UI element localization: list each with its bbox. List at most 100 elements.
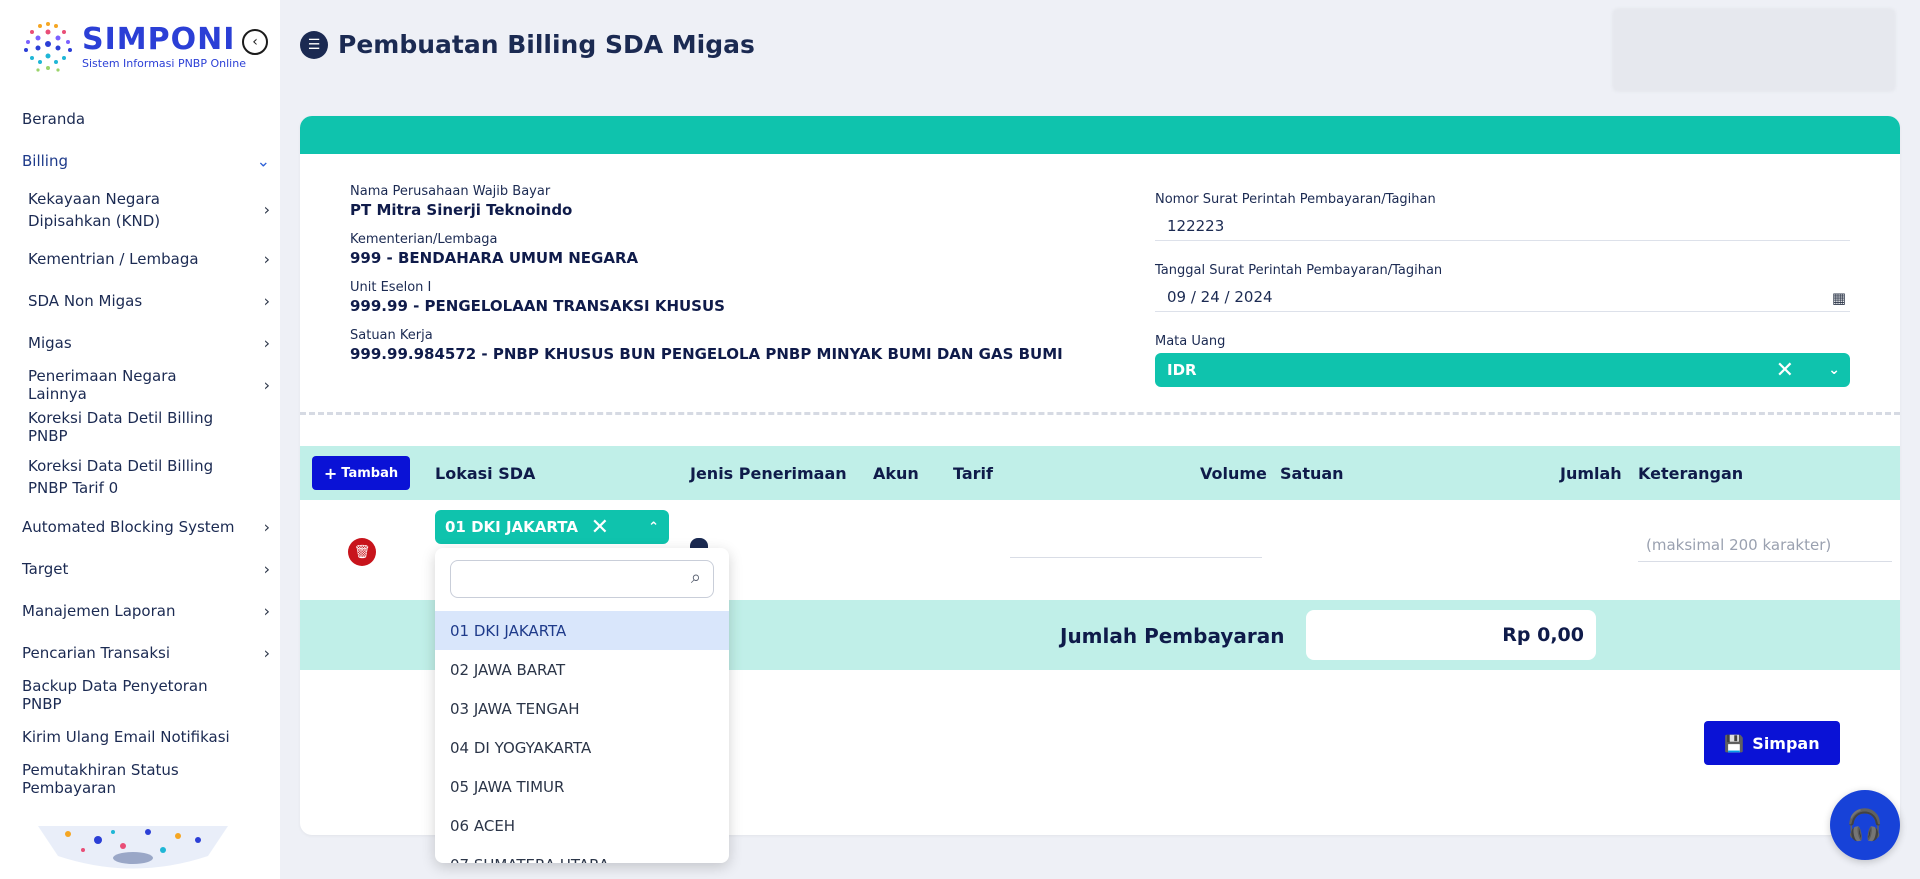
clear-icon[interactable]: ✕ xyxy=(1776,358,1794,383)
keterangan-input[interactable] xyxy=(1638,528,1892,562)
dropdown-options: 01 DKI JAKARTA 02 JAWA BARAT 03 JAWA TEN… xyxy=(435,611,729,863)
plus-icon: + xyxy=(323,463,338,483)
dropdown-option[interactable]: 07 SUMATERA UTARA xyxy=(435,845,729,864)
clear-icon[interactable]: ✕ xyxy=(591,515,609,540)
sidebar-item-billing[interactable]: Billing ⌄ xyxy=(0,140,280,182)
sidebar-item-laporan[interactable]: Manajemen Laporan › xyxy=(0,590,280,632)
nomor-surat-field[interactable]: 122223 xyxy=(1155,211,1850,241)
lokasi-sda-value: 01 DKI JAKARTA xyxy=(445,518,578,536)
col-satuan: Satuan xyxy=(1280,464,1344,483)
col-volume: Volume xyxy=(1200,464,1267,483)
sidebar-item-label: Kirim Ulang Email Notifikasi xyxy=(22,728,230,746)
page-header: ☰ Pembuatan Billing SDA Migas xyxy=(300,30,755,59)
sidebar: SIMPONI Sistem Informasi PNBP Online ‹ B… xyxy=(0,0,280,879)
sidebar-item-label: Migas xyxy=(28,334,72,352)
nomor-surat-label: Nomor Surat Perintah Pembayaran/Tagihan xyxy=(1155,192,1436,207)
table-header: + Tambah Lokasi SDA Jenis Penerimaan Akun… xyxy=(300,446,1900,500)
calendar-icon[interactable]: ▦ xyxy=(1832,289,1846,307)
trash-icon[interactable]: 🗑 xyxy=(348,538,376,566)
save-button[interactable]: 💾 Simpan xyxy=(1704,721,1840,765)
jenis-penerimaan-select[interactable] xyxy=(690,538,708,548)
col-akun: Akun xyxy=(873,464,919,483)
sidebar-item-label: Kementrian / Lembaga xyxy=(28,250,199,268)
search-icon: ⌕ xyxy=(690,567,701,588)
eselon-label: Unit Eselon I xyxy=(350,280,432,295)
col-lokasi-sda: Lokasi SDA xyxy=(435,464,536,483)
sidebar-item-label: Pencarian Transaksi xyxy=(22,644,170,662)
col-tarif: Tarif xyxy=(953,464,993,483)
sidebar-item-label: SDA Non Migas xyxy=(28,292,143,310)
sidebar-nav: Beranda Billing ⌄ Kekayaan Negara Dipisah… xyxy=(0,98,280,800)
list-icon: ☰ xyxy=(300,30,328,59)
sidebar-item-label: Target xyxy=(22,560,69,578)
simponi-logo-icon xyxy=(20,18,76,76)
sidebar-item-knd[interactable]: Kekayaan Negara Dipisahkan (KND) › xyxy=(0,182,280,238)
sidebar-item-pemutakhiran[interactable]: Pemutakhiran Status Pembayaran xyxy=(0,758,280,800)
dropdown-option[interactable]: 03 JAWA TENGAH xyxy=(435,689,729,728)
sidebar-item-koreksi-tarif0[interactable]: Koreksi Data Detil Billing PNBP Tarif 0 xyxy=(0,448,280,506)
sidebar-item-label: Automated Blocking System xyxy=(22,518,235,536)
page-title: Pembuatan Billing SDA Migas xyxy=(338,30,755,59)
chevron-down-icon[interactable]: ⌄ xyxy=(1828,362,1840,378)
col-jumlah: Jumlah xyxy=(1560,464,1622,483)
brand-subtitle: Sistem Informasi PNBP Online xyxy=(82,56,246,70)
billing-form: Nomor Surat Perintah Pembayaran/Tagihan … xyxy=(1155,192,1850,409)
satker-label: Satuan Kerja xyxy=(350,328,433,343)
tanggal-surat-field[interactable]: 09 / 24 / 2024 ▦ xyxy=(1155,282,1850,312)
sidebar-item-kirim-email[interactable]: Kirim Ulang Email Notifikasi xyxy=(0,716,280,758)
save-icon: 💾 xyxy=(1724,733,1745,753)
add-row-label: Tambah xyxy=(341,465,399,481)
sidebar-item-abs[interactable]: Automated Blocking System › xyxy=(0,506,280,548)
volume-input[interactable] xyxy=(1010,557,1262,558)
sidebar-illustration xyxy=(38,826,228,876)
chevron-up-icon[interactable]: ⌃ xyxy=(648,520,659,535)
lokasi-sda-select[interactable]: 01 DKI JAKARTA ✕ ⌃ xyxy=(435,510,669,544)
sidebar-item-label: Kekayaan Negara Dipisahkan (KND) xyxy=(28,190,161,230)
user-profile-area[interactable] xyxy=(1612,8,1896,92)
add-row-button[interactable]: + Tambah xyxy=(312,456,410,490)
dropdown-option[interactable]: 04 DI YOGYAKARTA xyxy=(435,728,729,767)
chevron-down-icon: ⌄ xyxy=(256,151,270,171)
company-info: Nama Perusahaan Wajib Bayar PT Mitra Sin… xyxy=(350,184,1063,376)
sidebar-item-pencarian[interactable]: Pencarian Transaksi › xyxy=(0,632,280,674)
card-header-bar xyxy=(300,116,1900,154)
mata-uang-select[interactable]: IDR ✕ ⌄ xyxy=(1155,353,1850,387)
collapse-sidebar-icon[interactable]: ‹ xyxy=(242,29,268,55)
sidebar-item-label: Manajemen Laporan xyxy=(22,602,176,620)
sidebar-item-label: Beranda xyxy=(22,110,86,128)
sidebar-item-penerimaan-lainnya[interactable]: Penerimaan Negara Lainnya › xyxy=(0,364,280,406)
perusahaan-label: Nama Perusahaan Wajib Bayar xyxy=(350,184,551,199)
sidebar-item-kementrian[interactable]: Kementrian / Lembaga › xyxy=(0,238,280,280)
dropdown-option[interactable]: 06 ACEH xyxy=(435,806,729,845)
col-keterangan: Keterangan xyxy=(1638,464,1744,483)
dropdown-option[interactable]: 01 DKI JAKARTA xyxy=(435,611,729,650)
jumlah-pembayaran-value: Rp 0,00 xyxy=(1306,610,1596,660)
mata-uang-value: IDR xyxy=(1167,361,1197,379)
chevron-right-icon: › xyxy=(263,643,270,663)
chevron-right-icon: › xyxy=(263,200,270,219)
sidebar-item-label: Pemutakhiran Status Pembayaran xyxy=(22,761,179,797)
perusahaan-value: PT Mitra Sinerji Teknoindo xyxy=(350,201,573,219)
dropdown-search-input[interactable] xyxy=(450,560,714,598)
section-divider xyxy=(300,412,1900,415)
logo[interactable]: SIMPONI Sistem Informasi PNBP Online xyxy=(20,18,246,76)
dropdown-option[interactable]: 02 JAWA BARAT xyxy=(435,650,729,689)
satker-value: 999.99.984572 - PNBP KHUSUS BUN PENGELOL… xyxy=(350,345,1063,363)
save-label: Simpan xyxy=(1752,733,1820,753)
sidebar-item-beranda[interactable]: Beranda xyxy=(0,98,280,140)
tanggal-value: 09 / 24 / 2024 xyxy=(1167,287,1273,306)
sidebar-item-label: Penerimaan Negara Lainnya xyxy=(28,367,177,403)
sidebar-item-label: Billing xyxy=(22,152,68,170)
kementerian-value: 999 - BENDAHARA UMUM NEGARA xyxy=(350,249,639,267)
headset-icon[interactable]: 🎧 xyxy=(1830,790,1900,860)
sidebar-item-target[interactable]: Target › xyxy=(0,548,280,590)
dropdown-option[interactable]: 05 JAWA TIMUR xyxy=(435,767,729,806)
lokasi-sda-dropdown: ⌕ 01 DKI JAKARTA 02 JAWA BARAT 03 JAWA T… xyxy=(435,548,729,863)
sidebar-item-sda-non-migas[interactable]: SDA Non Migas › xyxy=(0,280,280,322)
sidebar-item-migas[interactable]: Migas › xyxy=(0,322,280,364)
sidebar-item-koreksi-billing[interactable]: Koreksi Data Detil Billing PNBP xyxy=(0,406,280,448)
sidebar-item-label: Backup Data Penyetoran PNBP xyxy=(22,677,208,713)
sidebar-item-label: Koreksi Data Detil Billing PNBP xyxy=(28,409,214,445)
jumlah-pembayaran-label: Jumlah Pembayaran xyxy=(1060,624,1285,648)
sidebar-item-backup[interactable]: Backup Data Penyetoran PNBP xyxy=(0,674,280,716)
